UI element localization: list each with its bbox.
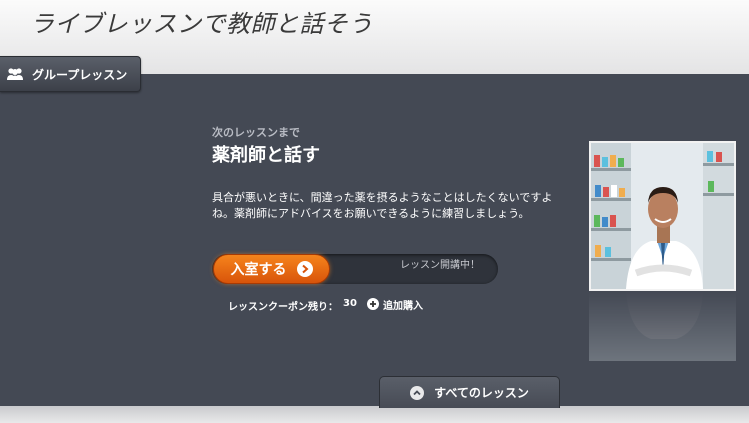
lesson-status: レッスン開講中！ — [400, 260, 480, 271]
arrow-right-icon — [296, 261, 313, 277]
buy-more-label: 追加購入 — [383, 300, 423, 312]
buy-more-button[interactable]: 追加購入 — [367, 296, 423, 312]
all-lessons-button[interactable]: すべてのレッスン — [379, 376, 560, 408]
pharmacist-photo — [589, 141, 736, 291]
coupon-count: 30 — [343, 298, 357, 309]
next-lesson-label: 次のレッスンまで — [212, 126, 300, 139]
tab-group-lesson[interactable]: グループレッスン — [0, 56, 141, 92]
enter-room-button[interactable]: 入室する — [213, 254, 330, 284]
coupon-label: レッスンクーポン残り： — [228, 302, 338, 313]
lesson-description: 具合が悪いときに、間違った薬を摂るようなことはしたくないですよね。薬剤師にアドバ… — [212, 191, 553, 220]
plus-icon — [367, 298, 379, 310]
lesson-title: 薬剤師と話す — [212, 145, 320, 166]
group-icon — [6, 67, 24, 81]
page-title: ライブレッスンで教師と話そう — [30, 10, 373, 38]
enter-room-label: 入室する — [230, 262, 287, 278]
chevron-up-icon — [410, 385, 425, 400]
bottom-bar — [0, 406, 749, 423]
all-lessons-label: すべてのレッスン — [434, 386, 529, 400]
photo-reflection — [589, 291, 736, 361]
tab-label: グループレッスン — [32, 67, 128, 82]
